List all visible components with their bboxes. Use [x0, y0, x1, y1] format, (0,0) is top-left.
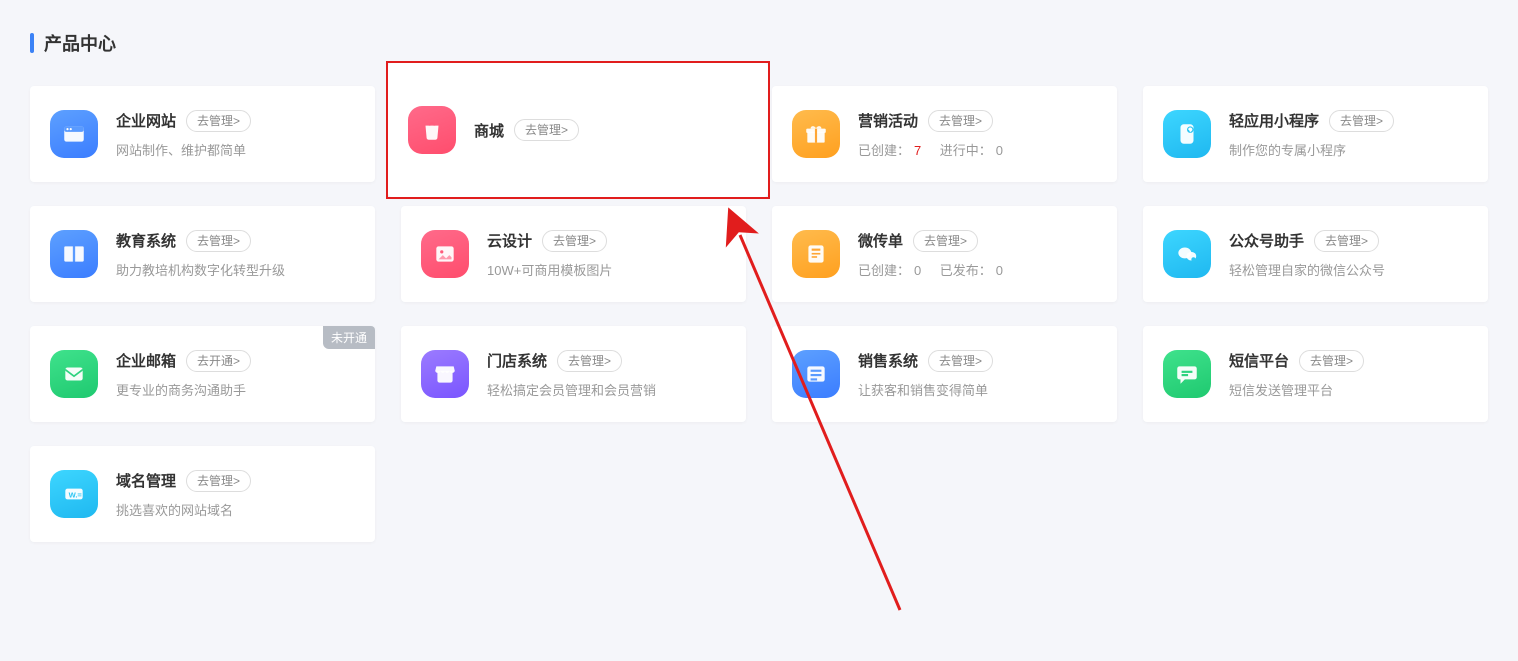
card-stats: 已创建： 0 已发布： 0 — [858, 260, 1097, 279]
manage-button[interactable]: 去管理> — [913, 230, 978, 252]
card-store[interactable]: 门店系统 去管理> 轻松搞定会员管理和会员营销 — [401, 326, 746, 422]
created-count: 0 — [914, 263, 921, 278]
card-title: 微传单 — [858, 230, 903, 251]
card-desc: 助力教培机构数字化转型升级 — [116, 260, 355, 279]
section-header: 产品中心 — [30, 30, 1488, 56]
manage-button[interactable]: 去管理> — [186, 110, 251, 132]
card-desc: 网站制作、维护都简单 — [116, 140, 355, 159]
gift-icon — [792, 110, 840, 158]
card-title: 企业网站 — [116, 110, 176, 131]
card-title: 公众号助手 — [1229, 230, 1304, 251]
store-icon — [421, 350, 469, 398]
product-grid: 企业网站 去管理> 网站制作、维护都简单 商城 去管理> — [30, 86, 1488, 542]
published-count: 0 — [996, 263, 1003, 278]
card-title: 教育系统 — [116, 230, 176, 251]
manage-button[interactable]: 去管理> — [1314, 230, 1379, 252]
manage-button[interactable]: 去管理> — [186, 470, 251, 492]
created-label: 已创建： — [858, 143, 910, 158]
mail-icon — [50, 350, 98, 398]
card-title: 云设计 — [487, 230, 532, 251]
not-activated-badge: 未开通 — [323, 326, 375, 349]
card-website[interactable]: 企业网站 去管理> 网站制作、维护都简单 — [30, 86, 375, 182]
created-label: 已创建： — [858, 263, 910, 278]
published-label: 已发布： — [940, 263, 992, 278]
card-mp[interactable]: 公众号助手 去管理> 轻松管理自家的微信公众号 — [1143, 206, 1488, 302]
wechat-icon — [1163, 230, 1211, 278]
card-title: 域名管理 — [116, 470, 176, 491]
manage-button[interactable]: 去管理> — [557, 350, 622, 372]
card-desc: 制作您的专属小程序 — [1229, 140, 1468, 159]
card-sms[interactable]: 短信平台 去管理> 短信发送管理平台 — [1143, 326, 1488, 422]
card-desc: 轻松搞定会员管理和会员营销 — [487, 380, 726, 399]
chat-icon — [1163, 350, 1211, 398]
manage-button[interactable]: 去管理> — [186, 230, 251, 252]
manage-button[interactable]: 去管理> — [928, 110, 993, 132]
card-title: 企业邮箱 — [116, 350, 176, 371]
card-desc: 让获客和销售变得简单 — [858, 380, 1097, 399]
manage-button[interactable]: 去管理> — [542, 230, 607, 252]
card-title: 轻应用小程序 — [1229, 110, 1319, 131]
activate-button[interactable]: 去开通> — [186, 350, 251, 372]
shopping-bag-icon — [408, 106, 456, 154]
card-domain[interactable]: W.= 域名管理 去管理> 挑选喜欢的网站域名 — [30, 446, 375, 542]
card-mall[interactable]: 商城 去管理> — [388, 63, 768, 197]
manage-button[interactable]: 去管理> — [928, 350, 993, 372]
card-marketing[interactable]: 营销活动 去管理> 已创建： 7 进行中： 0 — [772, 86, 1117, 182]
miniapp-icon — [1163, 110, 1211, 158]
browser-window-icon — [50, 110, 98, 158]
card-mail[interactable]: 未开通 企业邮箱 去开通> 更专业的商务沟通助手 — [30, 326, 375, 422]
section-accent-bar — [30, 33, 34, 53]
card-desc: 轻松管理自家的微信公众号 — [1229, 260, 1468, 279]
card-desc: 短信发送管理平台 — [1229, 380, 1468, 399]
card-design[interactable]: 云设计 去管理> 10W+可商用模板图片 — [401, 206, 746, 302]
flyer-icon — [792, 230, 840, 278]
created-count: 7 — [914, 143, 921, 158]
card-desc: 挑选喜欢的网站域名 — [116, 500, 355, 519]
manage-button[interactable]: 去管理> — [514, 119, 579, 141]
card-education[interactable]: 教育系统 去管理> 助力教培机构数字化转型升级 — [30, 206, 375, 302]
domain-icon: W.= — [50, 470, 98, 518]
section-title: 产品中心 — [44, 30, 116, 56]
card-title: 商城 — [474, 120, 504, 141]
card-title: 短信平台 — [1229, 350, 1289, 371]
card-flyer[interactable]: 微传单 去管理> 已创建： 0 已发布： 0 — [772, 206, 1117, 302]
card-title: 销售系统 — [858, 350, 918, 371]
card-miniapp[interactable]: 轻应用小程序 去管理> 制作您的专属小程序 — [1143, 86, 1488, 182]
running-label: 进行中： — [940, 143, 992, 158]
list-icon — [792, 350, 840, 398]
card-desc: 更专业的商务沟通助手 — [116, 380, 355, 399]
card-stats: 已创建： 7 进行中： 0 — [858, 140, 1097, 159]
card-title: 营销活动 — [858, 110, 918, 131]
book-icon — [50, 230, 98, 278]
manage-button[interactable]: 去管理> — [1329, 110, 1394, 132]
card-title: 门店系统 — [487, 350, 547, 371]
image-icon — [421, 230, 469, 278]
svg-text:W.=: W.= — [69, 490, 83, 499]
highlight-slot: 商城 去管理> — [401, 86, 746, 182]
card-desc: 10W+可商用模板图片 — [487, 260, 726, 279]
manage-button[interactable]: 去管理> — [1299, 350, 1364, 372]
card-sales[interactable]: 销售系统 去管理> 让获客和销售变得简单 — [772, 326, 1117, 422]
running-count: 0 — [996, 143, 1003, 158]
